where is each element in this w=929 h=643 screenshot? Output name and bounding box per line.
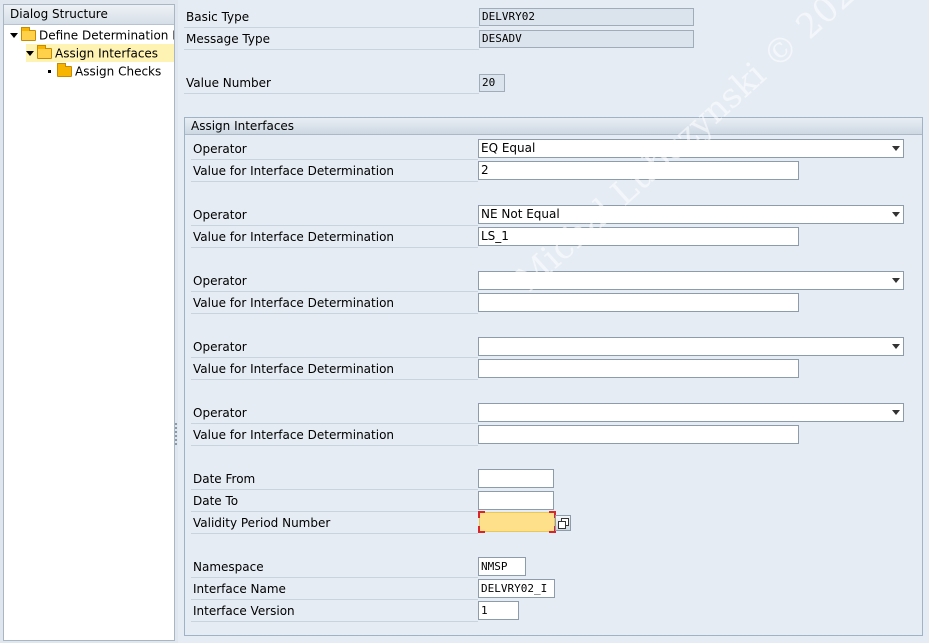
value-for-interface-label: Value for Interface Determination <box>193 362 395 376</box>
folder-open-icon <box>37 45 52 59</box>
value-number-field: 20 <box>479 74 505 92</box>
operator-dropdown[interactable] <box>478 403 904 422</box>
folder-open-icon <box>21 27 36 41</box>
divider <box>191 357 478 358</box>
folder-icon <box>57 63 72 77</box>
value-for-interface-input[interactable]: LS_1 <box>478 227 799 246</box>
operator-selected-value: EQ Equal <box>481 141 536 155</box>
interface-version-input[interactable]: 1 <box>478 601 519 620</box>
dialog-structure-panel: Dialog Structure Define Determination Ke… <box>3 4 175 641</box>
tree-node-label: Assign Checks <box>75 64 162 79</box>
operator-dropdown[interactable]: NE Not Equal <box>478 205 904 224</box>
divider <box>191 621 478 622</box>
namespace-input[interactable]: NMSP <box>478 557 526 576</box>
operator-label: Operator <box>193 406 247 420</box>
tree-node-define-determination[interactable]: Define Determination Ke <box>10 26 175 44</box>
date-from-label: Date From <box>193 472 256 486</box>
operator-label: Operator <box>193 274 247 288</box>
namespace-label: Namespace <box>193 560 264 574</box>
chevron-down-icon[interactable] <box>892 344 900 349</box>
value-number-label: Value Number <box>186 76 271 90</box>
value-for-interface-label: Value for Interface Determination <box>193 230 395 244</box>
value-for-interface-input[interactable] <box>478 359 799 378</box>
validity-period-label: Validity Period Number <box>193 516 331 530</box>
operator-selected-value: NE Not Equal <box>481 207 560 221</box>
divider <box>191 181 478 182</box>
validity-period-input[interactable] <box>478 511 556 533</box>
operator-dropdown[interactable] <box>478 337 904 356</box>
chevron-down-icon[interactable] <box>892 410 900 415</box>
value-for-interface-label: Value for Interface Determination <box>193 164 395 178</box>
chevron-down-icon[interactable] <box>892 146 900 151</box>
tree-node-label: Define Determination Ke <box>39 28 175 43</box>
value-for-interface-input[interactable]: 2 <box>478 161 799 180</box>
divider <box>191 159 478 160</box>
message-type-field: DESADV <box>479 30 694 48</box>
tree-node-assign-checks[interactable]: Assign Checks <box>48 62 174 80</box>
expand-arrow-icon[interactable] <box>10 33 18 38</box>
operator-label: Operator <box>193 208 247 222</box>
expand-arrow-icon[interactable] <box>26 51 34 56</box>
tree-node-label: Assign Interfaces <box>55 46 159 61</box>
value-for-interface-label: Value for Interface Determination <box>193 296 395 310</box>
basic-type-field: DELVRY02 <box>479 8 694 26</box>
value-help-icon[interactable] <box>555 515 571 531</box>
divider <box>191 313 478 314</box>
detail-area: Basic Type DELVRY02 Message Type DESADV … <box>178 0 929 643</box>
operator-dropdown[interactable] <box>478 271 904 290</box>
interface-name-input[interactable]: DELVRY02_I <box>478 579 555 598</box>
divider <box>191 599 478 600</box>
chevron-down-icon[interactable] <box>892 278 900 283</box>
divider <box>191 489 478 490</box>
divider <box>191 225 478 226</box>
divider <box>184 93 479 94</box>
divider <box>191 577 478 578</box>
divider <box>191 445 478 446</box>
value-for-interface-label: Value for Interface Determination <box>193 428 395 442</box>
divider <box>191 291 478 292</box>
date-from-input[interactable] <box>478 469 554 488</box>
date-to-label: Date To <box>193 494 239 508</box>
divider <box>184 27 479 28</box>
operator-dropdown[interactable]: EQ Equal <box>478 139 904 158</box>
operator-label: Operator <box>193 340 247 354</box>
leaf-bullet-icon <box>48 70 51 73</box>
date-to-input[interactable] <box>478 491 554 510</box>
interface-version-label: Interface Version <box>193 604 295 618</box>
divider <box>191 533 478 534</box>
basic-type-label: Basic Type <box>186 10 250 24</box>
value-for-interface-input[interactable] <box>478 293 799 312</box>
tree-node-assign-interfaces[interactable]: Assign Interfaces <box>26 44 174 62</box>
interface-name-label: Interface Name <box>193 582 286 596</box>
divider <box>191 247 478 248</box>
divider <box>191 423 478 424</box>
operator-label: Operator <box>193 142 247 156</box>
divider <box>191 379 478 380</box>
divider <box>184 49 479 50</box>
divider <box>191 511 478 512</box>
value-for-interface-input[interactable] <box>478 425 799 444</box>
chevron-down-icon[interactable] <box>892 212 900 217</box>
message-type-label: Message Type <box>186 32 270 46</box>
dialog-structure-header: Dialog Structure <box>4 5 174 25</box>
group-title: Assign Interfaces <box>185 118 922 135</box>
